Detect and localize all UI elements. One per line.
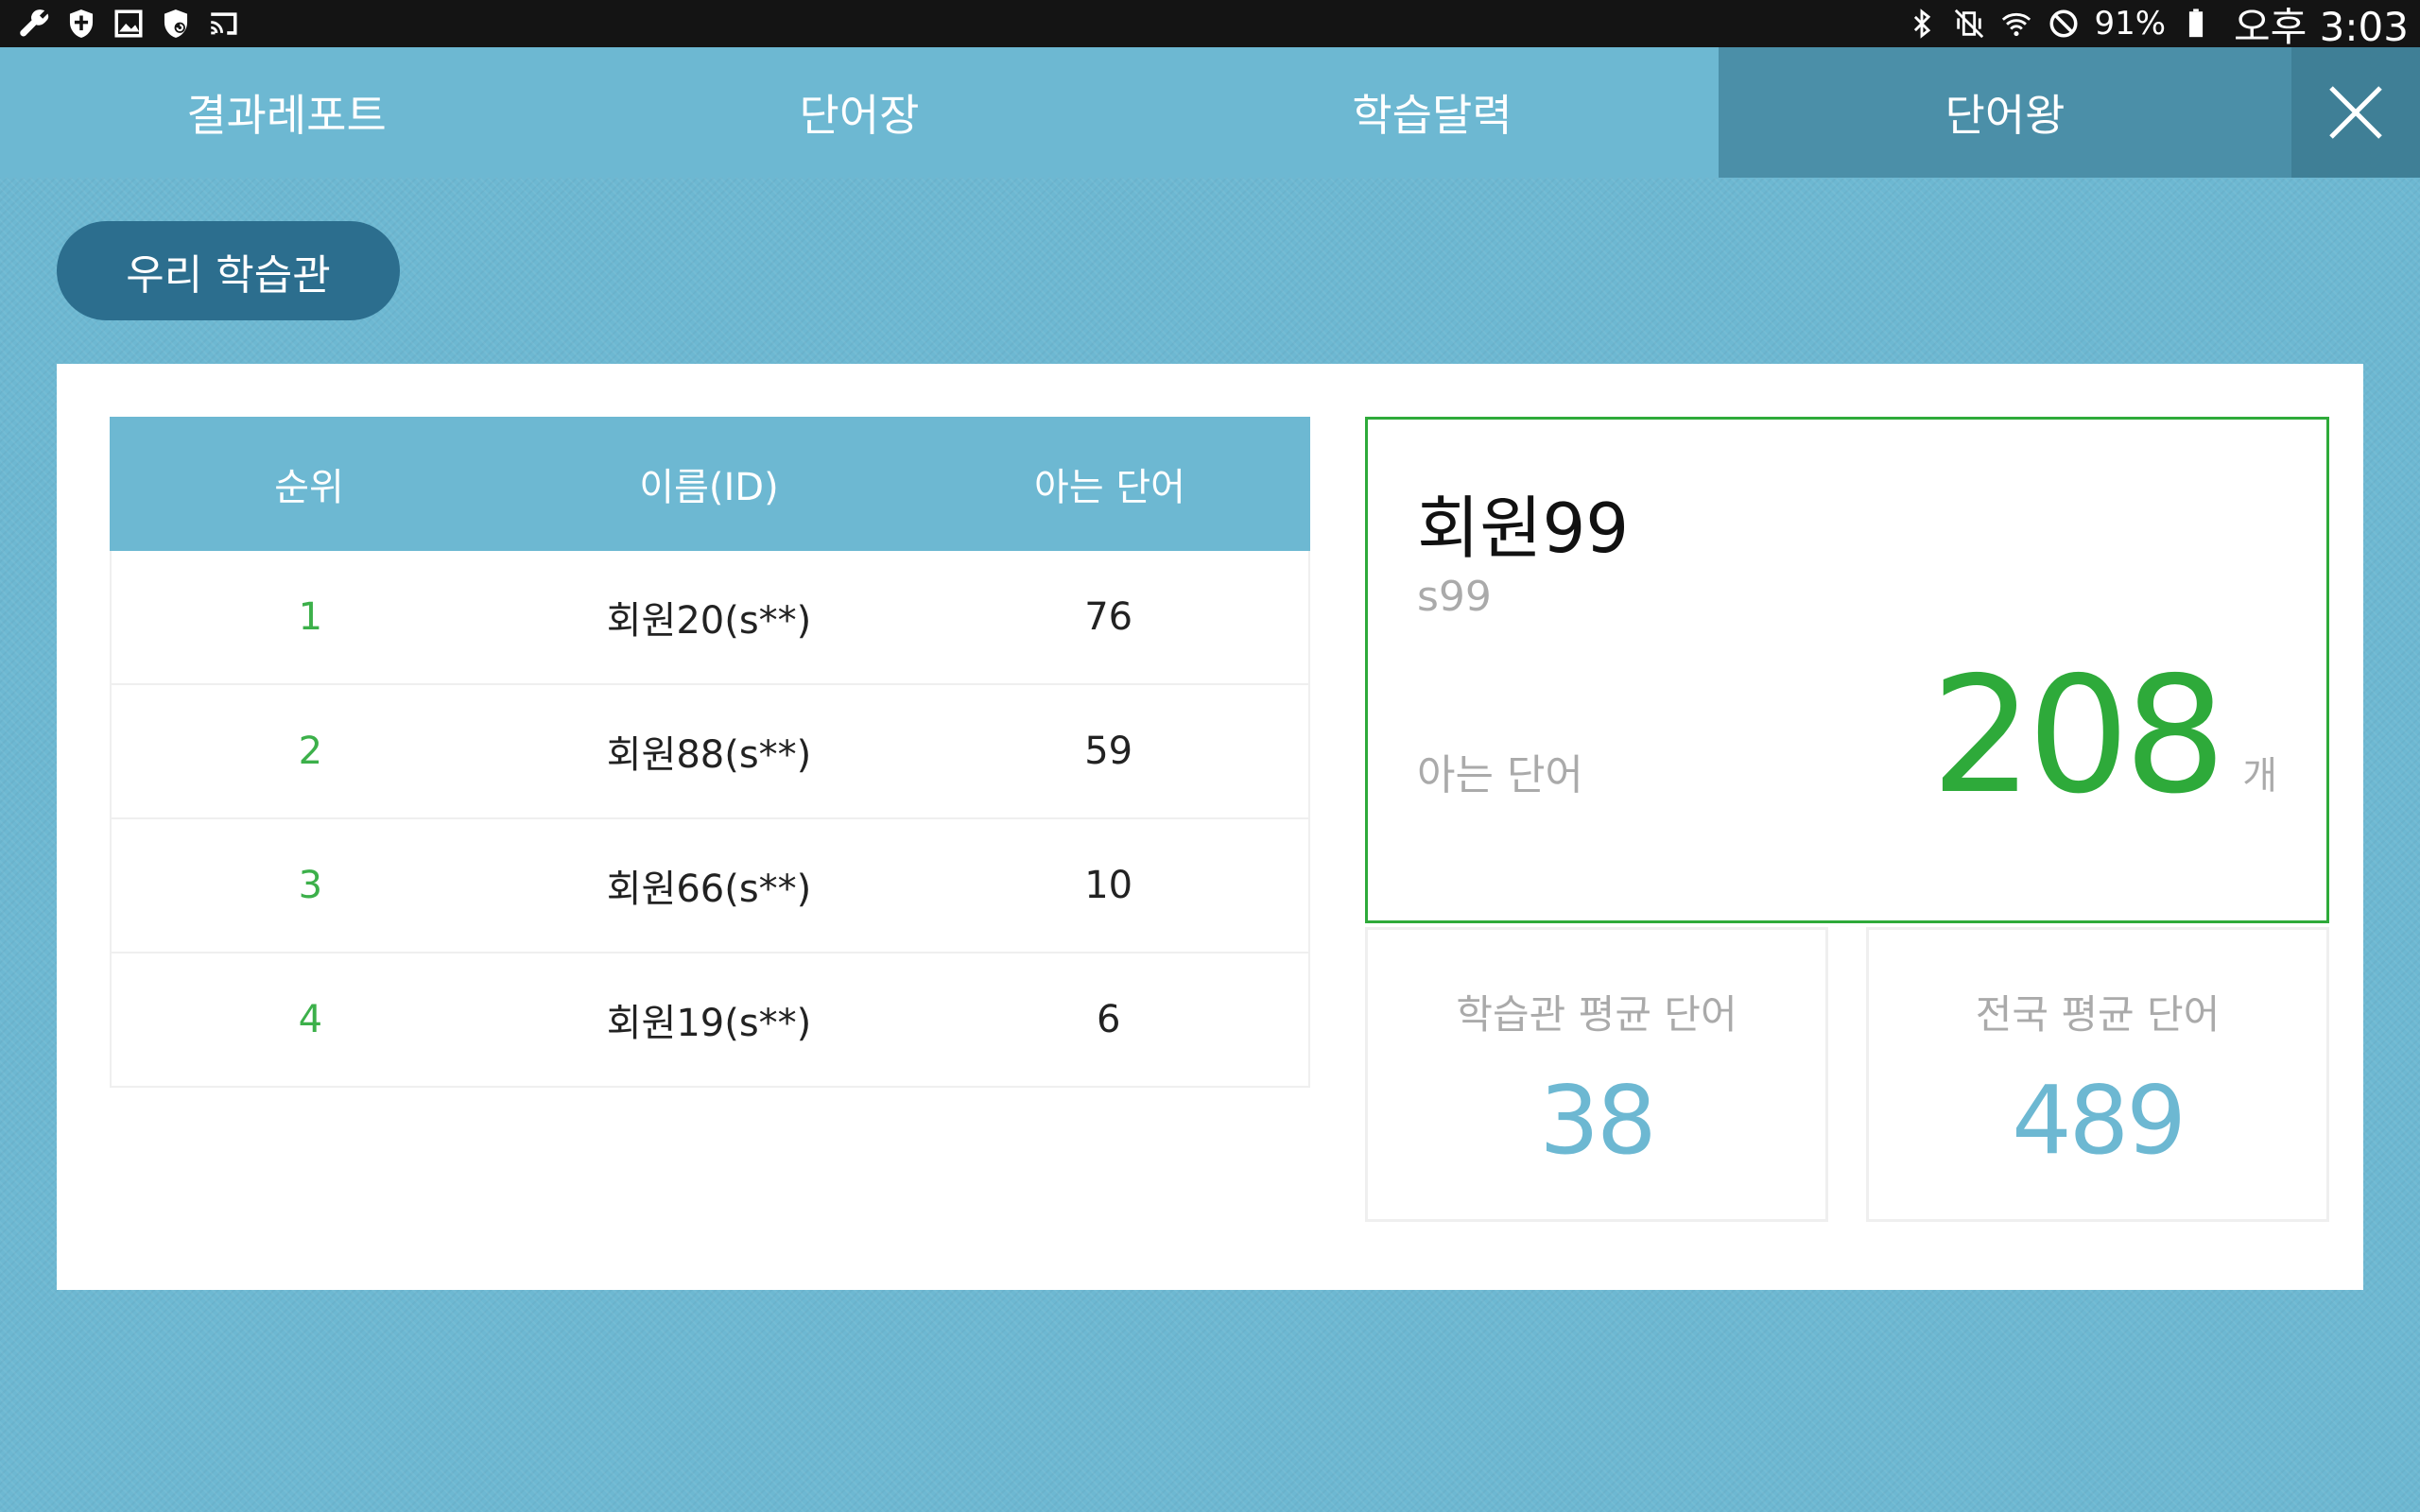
row-name: 회원20(s**) xyxy=(606,599,812,643)
row-rank: 4 xyxy=(298,998,323,1041)
wifi-icon xyxy=(1999,7,2033,41)
academy-average-value: 38 xyxy=(1539,1065,1656,1176)
header-name: 이름(ID) xyxy=(639,466,779,509)
tab-wordbook[interactable]: 단어장 xyxy=(573,47,1146,178)
screen-cast-icon xyxy=(206,7,240,41)
row-words: 6 xyxy=(1096,998,1121,1041)
my-stats-card: 회원99 s99 아는 단어 208 개 xyxy=(1365,417,2329,923)
known-words-count: 208 xyxy=(1930,643,2226,830)
clock: 오후 3:03 xyxy=(2234,3,2409,50)
ranking-panel: 순위 이름(ID) 아는 단어 1 회원20(s**) 76 2 회원88(s*… xyxy=(57,364,2363,1290)
image-icon xyxy=(112,7,146,41)
row-name: 회원19(s**) xyxy=(606,1002,812,1045)
bluetooth-icon xyxy=(1905,7,1939,41)
shield-icon xyxy=(64,7,98,41)
known-words-label: 아는 단어 xyxy=(1417,751,1583,799)
row-name: 회원66(s**) xyxy=(606,868,812,911)
row-words: 59 xyxy=(1084,730,1133,773)
table-row: 4 회원19(s**) 6 xyxy=(110,954,1310,1088)
row-rank: 3 xyxy=(298,864,323,907)
status-bar-left xyxy=(17,7,240,41)
vibrate-off-icon xyxy=(1952,7,1986,41)
tab-bar: 결과레포트 단어장 학습달력 단어왕 xyxy=(0,47,2420,178)
wrench-icon xyxy=(17,7,51,41)
my-id: s99 xyxy=(1417,573,1492,621)
blocked-icon xyxy=(2047,7,2081,41)
tab-word-king[interactable]: 단어왕 xyxy=(1719,47,2291,178)
row-words: 10 xyxy=(1084,864,1133,907)
academy-average-label: 학습관 평균 단어 xyxy=(1456,991,1737,1038)
close-button[interactable] xyxy=(2291,47,2420,178)
count-unit: 개 xyxy=(2242,754,2277,798)
row-rank: 1 xyxy=(298,595,323,639)
header-words: 아는 단어 xyxy=(1034,466,1185,509)
shield-refresh-icon xyxy=(159,7,193,41)
close-icon xyxy=(2329,86,2382,139)
row-rank: 2 xyxy=(298,730,323,773)
battery-icon xyxy=(2179,7,2213,41)
tab-result-report[interactable]: 결과레포트 xyxy=(0,47,573,178)
table-row: 1 회원20(s**) 76 xyxy=(110,551,1310,685)
ranking-table: 순위 이름(ID) 아는 단어 1 회원20(s**) 76 2 회원88(s*… xyxy=(110,417,1310,1088)
status-bar-right: 91% 오후 3:03 xyxy=(1905,0,2409,53)
table-row: 3 회원66(s**) 10 xyxy=(110,819,1310,954)
table-header: 순위 이름(ID) 아는 단어 xyxy=(110,417,1310,551)
academy-average-card: 학습관 평균 단어 38 xyxy=(1365,927,1828,1222)
table-row: 2 회원88(s**) 59 xyxy=(110,685,1310,819)
row-name: 회원88(s**) xyxy=(606,733,812,777)
national-average-value: 489 xyxy=(2012,1065,2187,1176)
national-average-card: 전국 평균 단어 489 xyxy=(1866,927,2329,1222)
row-words: 76 xyxy=(1084,595,1133,639)
tab-study-calendar[interactable]: 학습달력 xyxy=(1146,47,1719,178)
battery-percent: 91% xyxy=(2094,5,2167,43)
status-bar: 91% 오후 3:03 xyxy=(0,0,2420,50)
header-rank: 순위 xyxy=(274,466,344,509)
academy-filter-button[interactable]: 우리 학습관 xyxy=(57,221,400,320)
national-average-label: 전국 평균 단어 xyxy=(1975,991,2221,1038)
my-name: 회원99 xyxy=(1417,489,1630,568)
